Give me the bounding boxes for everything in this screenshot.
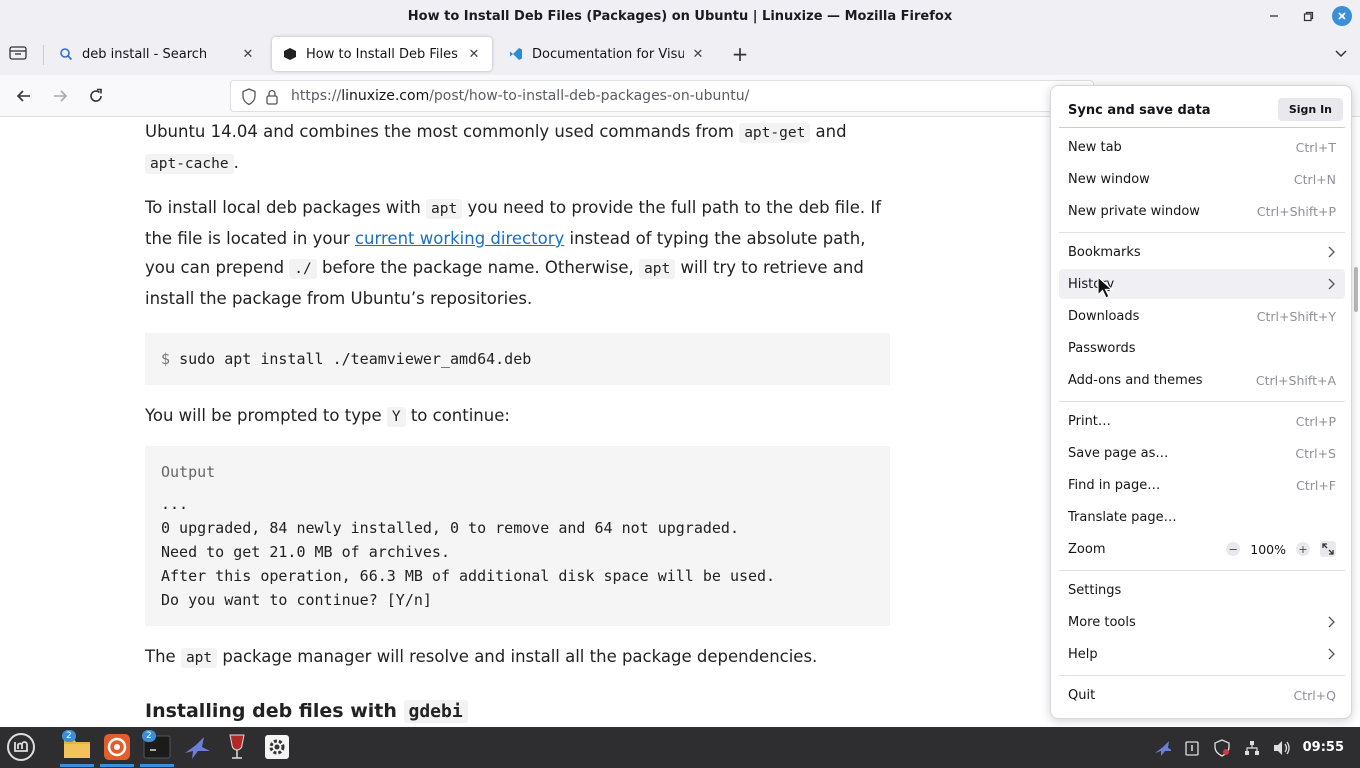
menu-item-print[interactable]: Print… Ctrl+P	[1059, 406, 1345, 436]
close-icon[interactable]: ✕	[466, 46, 482, 62]
fullscreen-icon[interactable]	[1320, 541, 1336, 557]
paragraph: Ubuntu 14.04 and combines the most commo…	[145, 122, 847, 174]
window-count-badge: 2	[62, 730, 76, 742]
terminal-icon[interactable]: 2	[140, 730, 174, 767]
system-tray: 09:55	[1153, 727, 1360, 768]
mint-menu-icon[interactable]	[4, 730, 38, 764]
article-body: Ubuntu 14.04 and combines the most commo…	[145, 117, 890, 726]
menu-item-new-private-window[interactable]: New private window Ctrl+Shift+P	[1059, 196, 1345, 226]
chevron-down-icon[interactable]	[1334, 45, 1348, 64]
sync-title: Sync and save data	[1068, 103, 1211, 118]
tab-label: deb install - Search	[82, 46, 208, 62]
tab-search[interactable]: deb install - Search ✕	[48, 37, 266, 71]
maximize-icon[interactable]	[1298, 6, 1318, 26]
zoom-level[interactable]: 100%	[1250, 542, 1286, 557]
taskbar: 2 2 09:55	[0, 727, 1360, 768]
code-block-output[interactable]: Output ... 0 upgraded, 84 newly installe…	[145, 446, 890, 626]
minimize-icon[interactable]	[1264, 6, 1284, 26]
settings-gear-icon[interactable]	[260, 730, 294, 764]
tab-vscode-docs[interactable]: Documentation for Visual S ✕	[498, 37, 716, 71]
scrollbar-thumb[interactable]	[1354, 267, 1358, 312]
shield-icon[interactable]	[241, 88, 257, 110]
zoom-in-plus-icon[interactable]: +	[1296, 542, 1310, 556]
menu-item-addons-themes[interactable]: Add-ons and themes Ctrl+Shift+A	[1059, 365, 1345, 395]
menu-item-translate-page[interactable]: Translate page…	[1059, 502, 1345, 532]
current-working-directory-link[interactable]: current working directory	[355, 229, 564, 248]
vscode-icon	[508, 46, 524, 62]
lock-icon[interactable]	[265, 88, 279, 110]
close-icon[interactable]	[1332, 6, 1352, 26]
url-bar[interactable]: https://linuxize.com/post/how-to-install…	[230, 80, 1094, 112]
paragraph: You will be prompted to type Y to contin…	[145, 406, 510, 427]
menu-item-save-page[interactable]: Save page as… Ctrl+S	[1059, 438, 1345, 468]
volume-icon[interactable]	[1273, 739, 1291, 757]
sign-in-button[interactable]: Sign In	[1277, 98, 1343, 121]
window-count-badge: 2	[142, 730, 156, 742]
zoom-out-minus-icon[interactable]: −	[1226, 542, 1241, 556]
output-label: Output	[161, 463, 216, 481]
wine-glass-icon[interactable]	[220, 730, 254, 764]
paragraph: The apt package manager will resolve and…	[145, 647, 818, 668]
shield-update-icon[interactable]	[1213, 738, 1231, 757]
close-icon[interactable]: ✕	[690, 46, 706, 62]
window-title: How to Install Deb Files (Packages) on U…	[407, 9, 953, 24]
linuxize-icon	[282, 46, 298, 62]
menu-item-new-window[interactable]: New window Ctrl+N	[1059, 164, 1345, 194]
sync-header: Sync and save data Sign In	[1059, 94, 1345, 128]
window-titlebar: How to Install Deb Files (Packages) on U…	[0, 0, 1360, 33]
search-icon	[58, 46, 74, 62]
clock[interactable]: 09:55	[1303, 740, 1344, 755]
tab-label: Documentation for Visual S	[532, 46, 684, 62]
bird-app-icon[interactable]	[180, 730, 214, 764]
firefox-icon[interactable]	[100, 730, 134, 767]
menu-item-settings[interactable]: Settings	[1059, 575, 1345, 605]
menu-item-zoom: Zoom − 100% +	[1059, 534, 1345, 564]
menu-item-quit[interactable]: Quit Ctrl+Q	[1059, 680, 1345, 710]
tab-label: How to Install Deb Files (Pa	[306, 46, 460, 62]
section-heading: Installing deb files with gdebi	[145, 697, 890, 726]
menu-item-new-tab[interactable]: New tab Ctrl+T	[1059, 132, 1345, 162]
menu-item-bookmarks[interactable]: Bookmarks	[1059, 237, 1345, 267]
mouse-pointer-icon	[1097, 275, 1115, 300]
paragraph: To install local deb packages with apt y…	[145, 198, 882, 308]
url-text: https://linuxize.com/post/how-to-install…	[291, 88, 750, 104]
code-block-install[interactable]: $ sudo apt install ./teamviewer_amd64.de…	[145, 333, 890, 385]
chevron-right-icon	[1326, 647, 1336, 661]
chevron-right-icon	[1326, 277, 1336, 291]
menu-item-find-in-page[interactable]: Find in page… Ctrl+F	[1059, 470, 1345, 500]
tab-bar: deb install - Search ✕ How to Install De…	[0, 33, 1360, 75]
menu-item-passwords[interactable]: Passwords	[1059, 333, 1345, 363]
clipboard-icon[interactable]	[1183, 739, 1201, 757]
menu-item-downloads[interactable]: Downloads Ctrl+Shift+Y	[1059, 301, 1345, 331]
network-icon[interactable]	[1243, 739, 1261, 757]
tab-list-icon[interactable]	[8, 43, 30, 65]
new-tab-plus-icon[interactable]: +	[729, 42, 751, 66]
back-arrow-icon[interactable]	[12, 85, 36, 107]
chevron-right-icon	[1326, 245, 1336, 259]
app-menu-panel: Sync and save data Sign In New tab Ctrl+T…	[1050, 85, 1352, 719]
bird-tray-icon[interactable]	[1153, 739, 1171, 757]
close-icon[interactable]: ✕	[240, 46, 256, 62]
forward-arrow-icon[interactable]	[48, 85, 72, 107]
menu-item-more-tools[interactable]: More tools	[1059, 607, 1345, 637]
file-manager-icon[interactable]: 2	[60, 730, 94, 767]
chevron-right-icon	[1326, 615, 1336, 629]
reload-icon[interactable]	[84, 85, 108, 107]
menu-item-help[interactable]: Help	[1059, 639, 1345, 669]
tab-linuxize[interactable]: How to Install Deb Files (Pa ✕	[272, 37, 492, 71]
